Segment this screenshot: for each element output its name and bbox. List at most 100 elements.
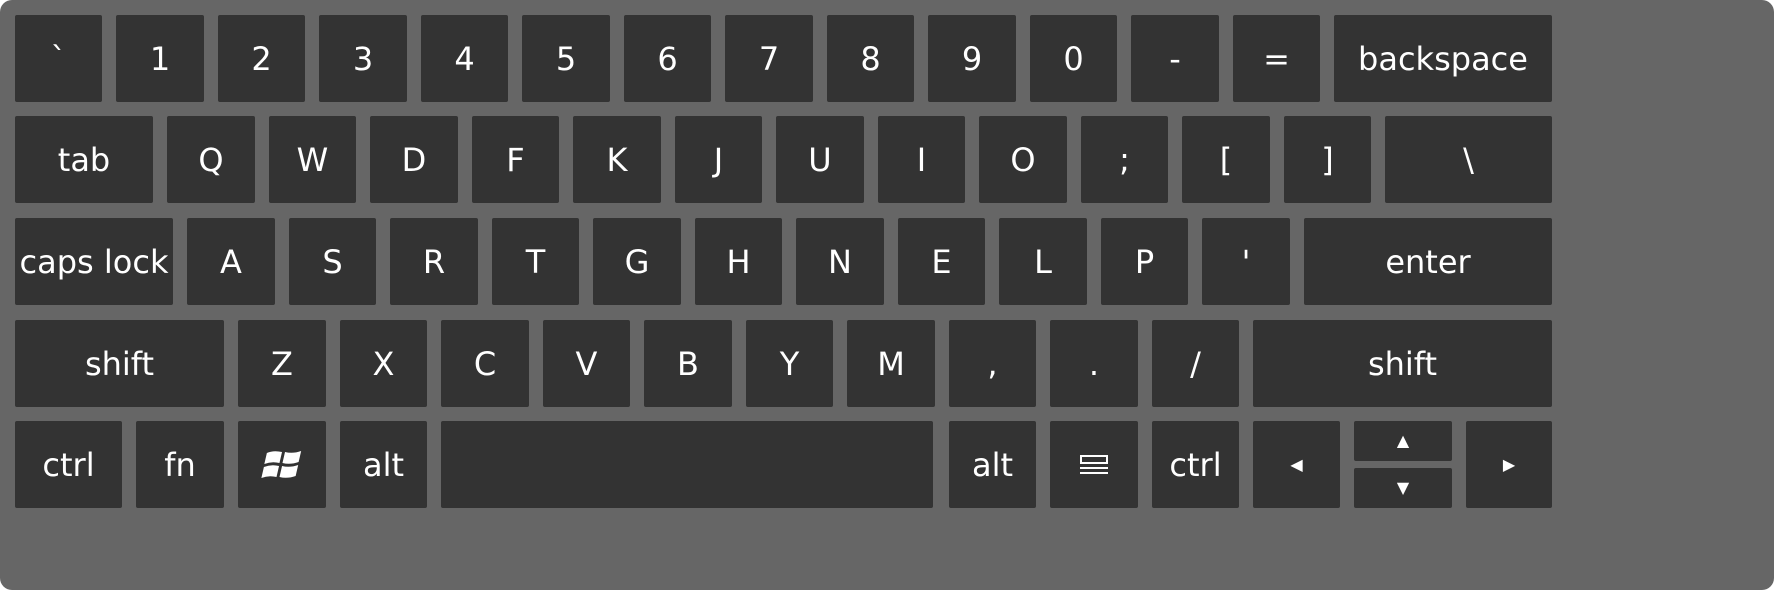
key-tab[interactable]: tab	[15, 116, 153, 203]
key-label: R	[422, 242, 446, 281]
arrow-left-icon: ◀	[1290, 454, 1303, 474]
key-label: fn	[164, 445, 196, 484]
key-5[interactable]: 5	[522, 15, 610, 102]
key-arrow-up[interactable]: ▲	[1354, 421, 1452, 461]
key-o[interactable]: O	[979, 116, 1067, 203]
key-1[interactable]: 1	[116, 15, 204, 102]
keyboard: ` 1 2 3 4 5 6 7 8 9 0 - = backspace tab …	[0, 0, 1774, 590]
key-label: '	[1241, 242, 1251, 281]
key-d[interactable]: D	[370, 116, 458, 203]
key-label: H	[726, 242, 751, 281]
key-label: Z	[271, 344, 293, 383]
key-label: Y	[779, 344, 800, 383]
key-comma[interactable]: ,	[949, 320, 1036, 407]
arrow-up-icon: ▲	[1396, 431, 1410, 450]
key-l[interactable]: L	[999, 218, 1087, 305]
key-label: P	[1134, 242, 1155, 281]
key-enter[interactable]: enter	[1304, 218, 1552, 305]
key-ctrl-right[interactable]: ctrl	[1152, 421, 1239, 508]
key-x[interactable]: X	[340, 320, 427, 407]
key-e[interactable]: E	[898, 218, 985, 305]
key-3[interactable]: 3	[319, 15, 407, 102]
key-t[interactable]: T	[492, 218, 579, 305]
key-7[interactable]: 7	[725, 15, 813, 102]
key-c[interactable]: C	[441, 320, 529, 407]
key-u[interactable]: U	[776, 116, 864, 203]
key-label: 8	[860, 39, 881, 78]
arrow-right-icon: ▶	[1502, 454, 1516, 474]
key-label: C	[473, 344, 497, 383]
key-label: .	[1088, 344, 1100, 383]
key-label: L	[1034, 242, 1052, 281]
key-arrow-right[interactable]: ▶	[1466, 421, 1552, 508]
key-q[interactable]: Q	[167, 116, 255, 203]
key-label: ctrl	[1169, 445, 1222, 484]
key-p[interactable]: P	[1101, 218, 1188, 305]
key-space[interactable]	[441, 421, 933, 508]
key-label: 4	[454, 39, 475, 78]
key-label: 1	[149, 39, 171, 78]
key-0[interactable]: 0	[1030, 15, 1117, 102]
key-minus[interactable]: -	[1131, 15, 1219, 102]
key-j[interactable]: J	[675, 116, 762, 203]
key-a[interactable]: A	[187, 218, 275, 305]
key-9[interactable]: 9	[928, 15, 1016, 102]
key-caps-lock[interactable]: caps lock	[15, 218, 173, 305]
key-label: shift	[1367, 344, 1438, 383]
key-backspace[interactable]: backspace	[1334, 15, 1552, 102]
key-alt-left[interactable]: alt	[340, 421, 427, 508]
key-label: W	[296, 140, 329, 179]
key-label: /	[1190, 344, 1201, 383]
key-m[interactable]: M	[847, 320, 935, 407]
key-8[interactable]: 8	[827, 15, 914, 102]
key-k[interactable]: K	[573, 116, 661, 203]
key-s[interactable]: S	[289, 218, 376, 305]
key-menu[interactable]	[1050, 421, 1138, 508]
key-label: T	[525, 242, 546, 281]
key-semicolon[interactable]: ;	[1081, 116, 1168, 203]
key-2[interactable]: 2	[218, 15, 305, 102]
key-label: ;	[1119, 140, 1130, 179]
arrow-down-icon: ▼	[1396, 478, 1410, 497]
key-apostrophe[interactable]: '	[1202, 218, 1290, 305]
key-fn[interactable]: fn	[136, 421, 224, 508]
key-backtick[interactable]: `	[15, 15, 102, 102]
key-left-bracket[interactable]: [	[1182, 116, 1270, 203]
key-label: alt	[971, 445, 1014, 484]
key-label: D	[401, 140, 427, 179]
key-backslash[interactable]: \	[1385, 116, 1552, 203]
key-label: 2	[251, 39, 272, 78]
key-f[interactable]: F	[472, 116, 559, 203]
key-z[interactable]: Z	[238, 320, 326, 407]
key-label: backspace	[1358, 39, 1528, 78]
key-label: 6	[657, 39, 678, 78]
key-g[interactable]: G	[593, 218, 681, 305]
key-windows[interactable]	[238, 421, 326, 508]
key-4[interactable]: 4	[421, 15, 508, 102]
key-label: \	[1463, 140, 1474, 179]
key-label: U	[808, 140, 832, 179]
key-h[interactable]: H	[695, 218, 782, 305]
key-label: Q	[198, 140, 224, 179]
key-v[interactable]: V	[543, 320, 630, 407]
key-label: O	[1010, 140, 1036, 179]
key-n[interactable]: N	[796, 218, 884, 305]
key-equals[interactable]: =	[1233, 15, 1320, 102]
key-arrow-left[interactable]: ◀	[1253, 421, 1340, 508]
key-shift-right[interactable]: shift	[1253, 320, 1552, 407]
key-alt-right[interactable]: alt	[949, 421, 1036, 508]
key-label: tab	[57, 140, 111, 179]
key-period[interactable]: .	[1050, 320, 1138, 407]
key-6[interactable]: 6	[624, 15, 711, 102]
key-r[interactable]: R	[390, 218, 478, 305]
key-y[interactable]: Y	[746, 320, 833, 407]
key-ctrl-left[interactable]: ctrl	[15, 421, 122, 508]
key-b[interactable]: B	[644, 320, 732, 407]
key-right-bracket[interactable]: ]	[1284, 116, 1371, 203]
key-i[interactable]: I	[878, 116, 965, 203]
key-arrow-down[interactable]: ▼	[1354, 468, 1452, 508]
key-shift-left[interactable]: shift	[15, 320, 224, 407]
key-slash[interactable]: /	[1152, 320, 1239, 407]
key-label: enter	[1385, 242, 1471, 281]
key-w[interactable]: W	[269, 116, 356, 203]
